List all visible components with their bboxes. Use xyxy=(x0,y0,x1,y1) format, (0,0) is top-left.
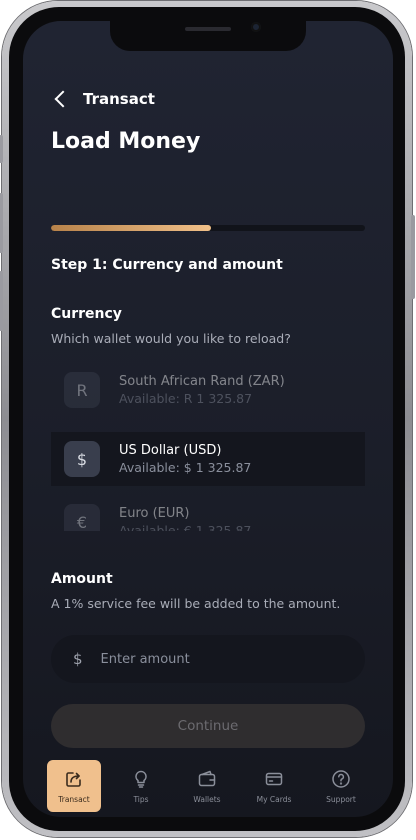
wallet-name: Euro (EUR) xyxy=(119,506,190,521)
mute-switch xyxy=(0,135,3,163)
tab-wallets[interactable]: Wallets xyxy=(180,760,234,812)
power-button xyxy=(411,215,415,299)
tab-label: Wallets xyxy=(193,795,221,804)
continue-button[interactable]: Continue xyxy=(51,704,365,748)
wallet-option-zar[interactable]: R South African Rand (ZAR) Available: R … xyxy=(51,371,365,417)
front-camera xyxy=(251,22,261,32)
euro-icon: € xyxy=(64,504,100,531)
wallet-name: South African Rand (ZAR) xyxy=(119,374,285,389)
tab-my-cards[interactable]: My Cards xyxy=(247,760,301,812)
wallet-option-usd[interactable]: $ US Dollar (USD) Available: $ 1 325.87 xyxy=(51,432,365,486)
currency-subtitle: Which wallet would you like to reload? xyxy=(51,331,291,346)
tab-label: Tips xyxy=(133,795,149,804)
lightbulb-icon xyxy=(130,768,152,790)
page-title: Load Money xyxy=(51,129,201,154)
bottom-tab-bar: Transact Tips Wallets My Cards Support xyxy=(23,758,393,817)
volume-down-button xyxy=(0,271,3,331)
amount-subtitle: A 1% service fee will be added to the am… xyxy=(51,596,341,611)
wallet-name: US Dollar (USD) xyxy=(119,443,222,458)
tab-label: Transact xyxy=(58,795,90,804)
amount-heading: Amount xyxy=(51,571,113,587)
currency-symbol: $ xyxy=(73,650,83,668)
tab-support[interactable]: Support xyxy=(314,760,368,812)
wallet-available: Available: € 1 325.87 xyxy=(119,523,252,531)
tab-label: Support xyxy=(326,795,356,804)
tab-tips[interactable]: Tips xyxy=(114,760,168,812)
amount-placeholder: Enter amount xyxy=(100,651,190,667)
question-icon xyxy=(330,768,352,790)
back-label: Transact xyxy=(83,90,155,108)
wallet-option-eur[interactable]: € Euro (EUR) Available: € 1 325.87 xyxy=(51,495,365,531)
app-screen: Transact Load Money Step 1: Currency and… xyxy=(23,21,393,817)
notch xyxy=(110,21,306,51)
tab-transact[interactable]: Transact xyxy=(47,760,101,812)
currency-heading: Currency xyxy=(51,306,122,322)
wallet-picker[interactable]: R South African Rand (ZAR) Available: R … xyxy=(51,371,365,531)
wallet-available: Available: R 1 325.87 xyxy=(119,391,253,406)
dollar-icon: $ xyxy=(64,441,100,477)
step-progress-bar xyxy=(51,225,365,231)
transact-icon xyxy=(63,768,85,790)
back-button[interactable]: Transact xyxy=(51,87,155,111)
tab-label: My Cards xyxy=(256,795,292,804)
speaker xyxy=(185,27,231,31)
wallet-icon xyxy=(196,768,218,790)
card-icon xyxy=(263,768,285,790)
amount-input[interactable]: $ Enter amount xyxy=(51,635,365,683)
rand-icon: R xyxy=(64,372,100,408)
volume-up-button xyxy=(0,193,3,253)
progress-fill xyxy=(51,225,212,231)
chevron-left-icon xyxy=(54,90,72,108)
step-title: Step 1: Currency and amount xyxy=(51,257,283,273)
wallet-available: Available: $ 1 325.87 xyxy=(119,460,252,475)
